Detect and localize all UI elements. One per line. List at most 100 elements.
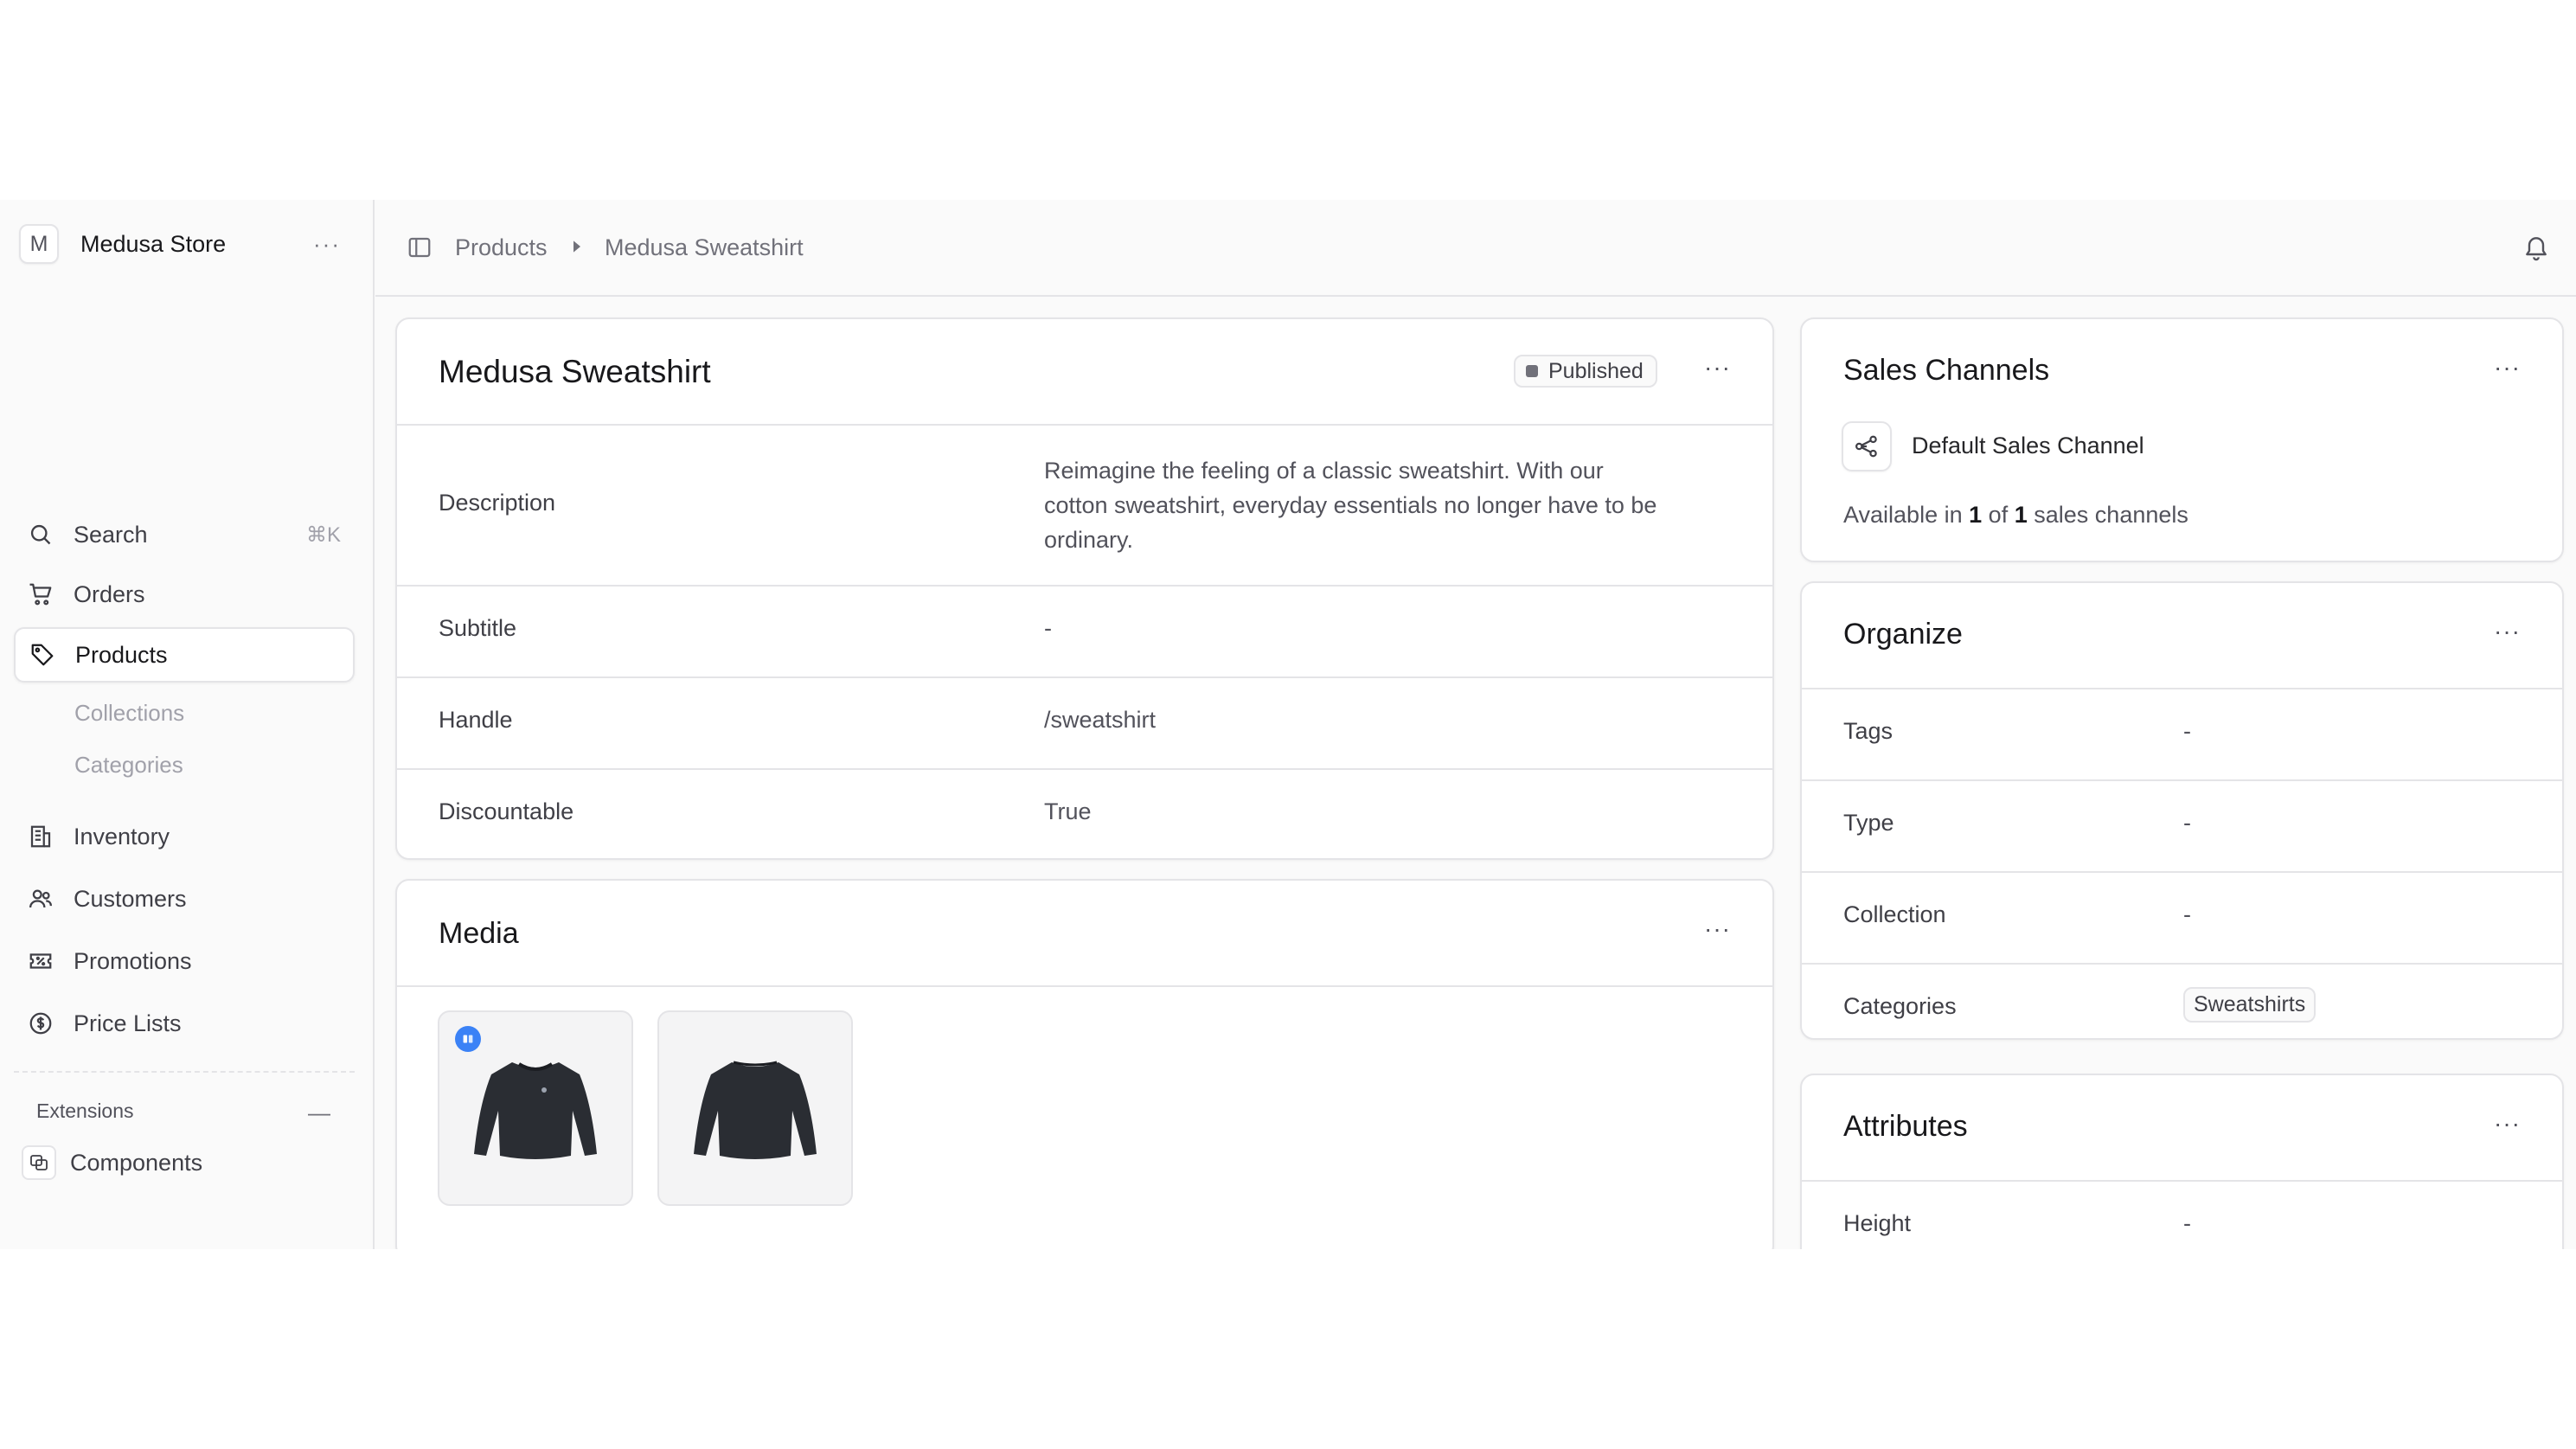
store-switcher[interactable]: M Medusa Store ··· [19,224,348,264]
organize-row-type: Type - [1802,779,2562,871]
tags-label: Tags [1843,718,1894,744]
media-thumbnail-front[interactable] [438,1010,633,1206]
sidebar-item-label: Components [70,1149,203,1176]
media-card: Media ··· [395,879,1774,1249]
cart-icon [27,580,54,608]
channel-availability: Available in 1 of 1 sales channels [1843,497,2188,532]
organize-row-tags: Tags - [1802,688,2562,779]
attributes-row-height: Height - [1802,1180,2562,1249]
sidebar-item-label: Customers [74,885,187,912]
attributes-title: Attributes [1843,1110,1968,1143]
app-window: M Medusa Store ··· Search ⌘K Orders Prod… [0,200,2576,1249]
type-value: - [2183,810,2191,836]
sales-channels-card: Sales Channels ··· Default Sales Channel… [1800,317,2564,562]
discountable-row: Discountable True [397,768,1772,858]
bell-icon[interactable] [2522,233,2550,266]
availability-count: 1 [1969,502,1983,528]
search-icon [27,521,54,548]
sidebar-item-label: Products [75,641,168,668]
sidebar-toggle-icon[interactable] [407,234,433,265]
search-shortcut: ⌘K [305,523,341,547]
media-menu-icon[interactable]: ··· [1704,915,1731,943]
handle-value: /sweatshirt [1044,707,1157,733]
category-tag[interactable]: Sweatshirts [2183,987,2316,1023]
sidebar-item-price-lists[interactable]: Price Lists [14,996,355,1051]
store-menu-icon[interactable]: ··· [313,231,341,258]
breadcrumb-current: Medusa Sweatshirt [605,234,804,260]
receipt-percent-icon [27,947,54,975]
subtitle-label: Subtitle [439,615,517,641]
attributes-menu-icon[interactable]: ··· [2494,1110,2521,1138]
sidebar-item-inventory[interactable]: Inventory [14,809,355,864]
subtitle-row: Subtitle - [397,585,1772,676]
sidebar-search[interactable]: Search ⌘K [14,507,355,562]
media-thumbnail-back[interactable] [657,1010,853,1206]
organize-title: Organize [1843,618,1963,651]
height-value: - [2183,1210,2191,1236]
sales-channels-title: Sales Channels [1843,354,2050,387]
collection-label: Collection [1843,901,1946,927]
sidebar-item-components[interactable]: Components [14,1135,355,1190]
organize-row-collection: Collection - [1802,871,2562,963]
users-icon [27,885,54,913]
building-icon [27,823,54,850]
status-dot [1526,365,1538,377]
chevron-right-icon [571,240,583,258]
availability-prefix: Available in [1843,502,1963,528]
description-label: Description [439,490,556,516]
type-label: Type [1843,810,1894,836]
sidebar-item-label: Price Lists [74,1010,182,1036]
sidebar-subitem-collections[interactable]: Collections [74,700,184,727]
categories-label: Categories [1843,993,1957,1019]
organize-row-categories: Categories Sweatshirts [1802,963,2562,1038]
status-badge: Published [1514,355,1657,388]
sidebar-divider [14,1071,355,1073]
sweatshirt-back-image [694,1061,817,1159]
attributes-card: Attributes ··· Height - [1800,1074,2564,1249]
collection-value: - [2183,901,2191,927]
sweatshirt-front-image [474,1062,597,1159]
tag-icon [29,641,56,669]
product-menu-icon[interactable]: ··· [1704,354,1731,381]
subtitle-value: - [1044,615,1052,641]
description-value: Reimagine the feeling of a classic sweat… [1044,458,1657,553]
status-label: Published [1548,358,1644,383]
availability-total: 1 [2014,502,2028,528]
sidebar-item-customers[interactable]: Customers [14,871,355,926]
breadcrumb-products[interactable]: Products [455,234,548,261]
sidebar-item-label: Inventory [74,823,170,850]
components-icon [22,1145,56,1180]
availability-suffix: sales channels [2034,502,2188,528]
handle-label: Handle [439,707,513,733]
sidebar-item-label: Orders [74,580,145,607]
channels-icon [1842,421,1892,471]
product-title: Medusa Sweatshirt [439,354,711,389]
organize-menu-icon[interactable]: ··· [2494,618,2521,645]
sidebar-item-label: Promotions [74,947,192,974]
top-bar: Products Medusa Sweatshirt [375,200,2576,297]
sidebar-item-promotions[interactable]: Promotions [14,933,355,989]
sales-channels-menu-icon[interactable]: ··· [2494,354,2521,381]
channel-name: Default Sales Channel [1912,433,2144,458]
organize-card: Organize ··· Tags - Type - Collection - … [1800,581,2564,1040]
thumbnail-badge-icon [455,1026,481,1052]
sidebar: M Medusa Store ··· Search ⌘K Orders Prod… [0,200,375,1249]
sidebar-item-orders[interactable]: Orders [14,567,355,622]
tags-value: - [2183,718,2191,744]
collapse-icon[interactable]: — [308,1100,330,1126]
store-avatar: M [19,224,59,264]
discountable-value: True [1044,798,1092,824]
media-title: Media [439,917,519,950]
extensions-heading: Extensions [36,1100,134,1122]
handle-row: Handle /sweatshirt [397,676,1772,768]
media-divider [397,985,1772,987]
sidebar-search-label: Search [74,521,148,548]
description-row: Description Reimagine the feeling of a c… [397,424,1772,585]
store-name: Medusa Store [80,230,227,257]
height-label: Height [1843,1210,1912,1236]
sidebar-item-products[interactable]: Products [14,627,355,683]
product-general-card: Medusa Sweatshirt Published ··· Descript… [395,317,1774,860]
currency-dollar-icon [27,1010,54,1037]
sidebar-subitem-categories[interactable]: Categories [74,752,183,779]
availability-of: of [1988,502,2009,528]
